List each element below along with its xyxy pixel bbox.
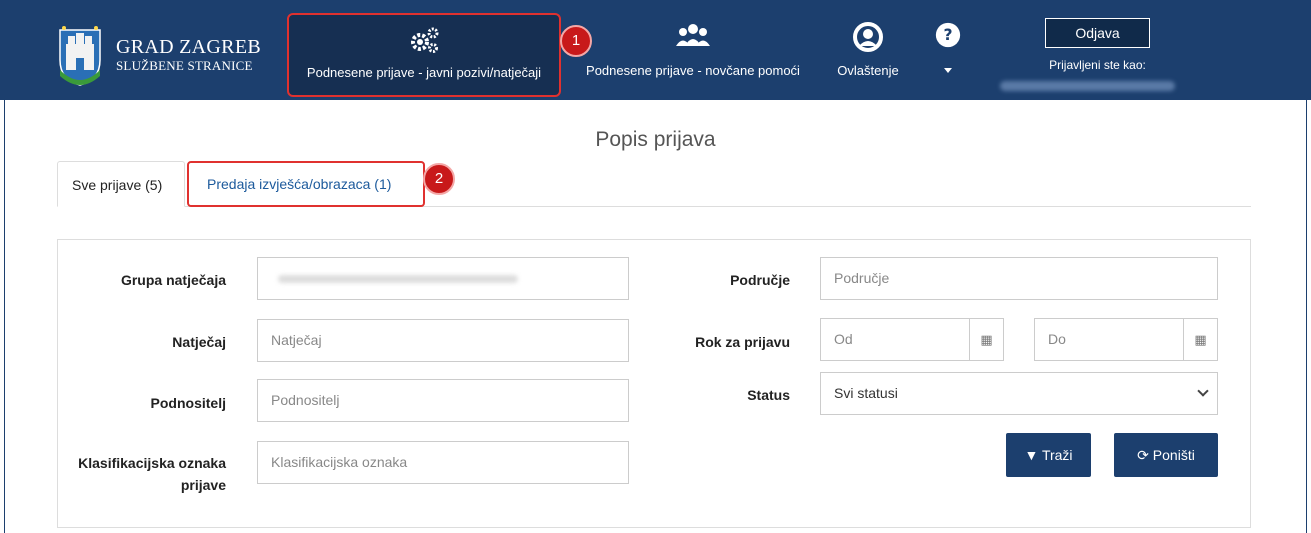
date-to-placeholder: Do bbox=[1048, 331, 1066, 347]
logged-in-label: Prijavljeni ste kao: bbox=[1049, 58, 1146, 72]
classification-label-line1: Klasifikacijska oznaka bbox=[78, 455, 226, 471]
tab-report-submission[interactable]: Predaja izvješća/obrazaca (1) bbox=[187, 161, 425, 207]
nav-label: Podnesene prijave - javni pozivi/natječa… bbox=[306, 65, 542, 80]
date-from-placeholder: Od bbox=[834, 331, 853, 347]
area-label: Područje bbox=[730, 272, 790, 288]
calendar-icon[interactable]: ▦ bbox=[969, 319, 1003, 360]
area-input[interactable]: Područje bbox=[820, 257, 1218, 300]
tab-all-applications[interactable]: Sve prijave (5) bbox=[57, 161, 185, 207]
refresh-icon: ⟳ bbox=[1137, 447, 1149, 463]
deadline-label: Rok za prijavu bbox=[695, 334, 790, 350]
redacted-value bbox=[278, 275, 518, 283]
top-navbar: GRAD ZAGREB SLUŽBENE STRANICE Podnesene … bbox=[0, 0, 1311, 100]
page-border-left bbox=[4, 100, 5, 533]
reset-button[interactable]: ⟳ Poništi bbox=[1114, 433, 1218, 477]
reset-button-label: Poništi bbox=[1152, 447, 1195, 463]
logout-button[interactable]: Odjava bbox=[1045, 18, 1150, 48]
competition-input[interactable]: Natječaj bbox=[257, 319, 629, 362]
nav-submitted-public-calls[interactable]: Podnesene prijave - javni pozivi/natječa… bbox=[287, 13, 561, 97]
applicant-label: Podnositelj bbox=[150, 395, 226, 411]
page-title: Popis prijava bbox=[595, 128, 716, 151]
chevron-down-icon bbox=[944, 68, 952, 73]
nav-authorization[interactable]: Ovlaštenje bbox=[828, 0, 908, 100]
status-select[interactable]: Svi statusi bbox=[820, 372, 1218, 415]
classification-input[interactable]: Klasifikacijska oznaka bbox=[257, 441, 629, 484]
applicant-input[interactable]: Podnositelj bbox=[257, 379, 629, 422]
classification-label-line2: prijave bbox=[180, 477, 226, 493]
page-border-right bbox=[1306, 100, 1307, 533]
zagreb-coat-of-arms-logo[interactable] bbox=[58, 24, 102, 86]
annotation-badge-1: 1 bbox=[560, 25, 592, 57]
gears-icon bbox=[411, 27, 439, 53]
tabs: Sve prijave (5) Predaja izvješća/obrazac… bbox=[57, 161, 1251, 207]
filter-icon: ▼ bbox=[1024, 447, 1039, 463]
brand-subtitle: SLUŽBENE STRANICE bbox=[116, 58, 253, 73]
group-select[interactable] bbox=[257, 257, 629, 300]
user-circle-icon bbox=[853, 22, 883, 52]
svg-text:?: ? bbox=[943, 26, 952, 44]
nav-help-dropdown[interactable]: ? bbox=[918, 0, 978, 100]
group-label: Grupa natječaja bbox=[120, 272, 226, 288]
nav-label: Ovlaštenje bbox=[837, 63, 899, 78]
status-label: Status bbox=[747, 387, 790, 403]
users-icon bbox=[676, 24, 710, 46]
date-to-input[interactable]: Do ▦ bbox=[1034, 318, 1218, 361]
date-from-input[interactable]: Od ▦ bbox=[820, 318, 1004, 361]
brand[interactable]: GRAD ZAGREB SLUŽBENE STRANICE bbox=[116, 36, 261, 74]
nav-submitted-financial-aid[interactable]: Podnesene prijave - novčane pomoći bbox=[568, 0, 818, 100]
status-value: Svi statusi bbox=[834, 385, 898, 401]
help-icon: ? bbox=[935, 22, 961, 48]
chevron-down-icon bbox=[1197, 385, 1209, 397]
calendar-icon[interactable]: ▦ bbox=[1183, 319, 1217, 360]
search-button-label: Traži bbox=[1041, 447, 1073, 463]
nav-label: Podnesene prijave - novčane pomoći bbox=[586, 63, 800, 78]
brand-title: GRAD ZAGREB bbox=[116, 36, 261, 58]
logged-in-user-redacted bbox=[1000, 81, 1175, 91]
search-button[interactable]: ▼ Traži bbox=[1006, 433, 1091, 477]
annotation-badge-2: 2 bbox=[423, 163, 455, 195]
competition-label: Natječaj bbox=[172, 334, 226, 350]
